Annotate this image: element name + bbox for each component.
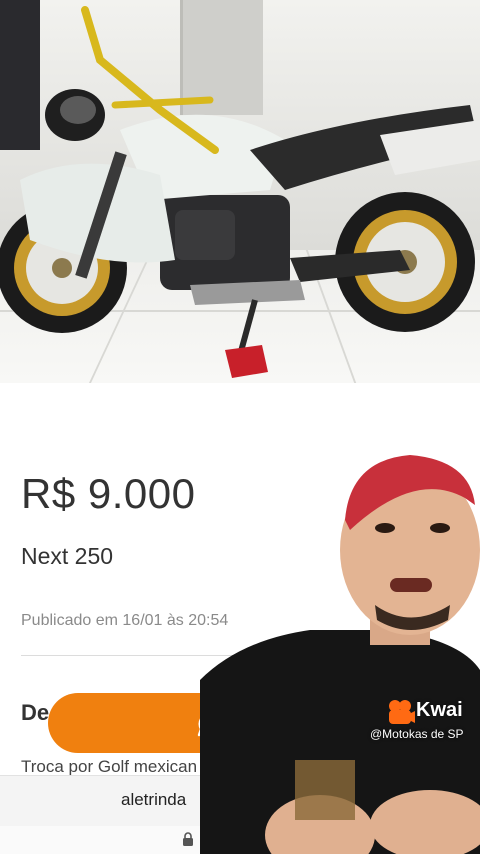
kwai-logo-icon (389, 700, 415, 724)
motorcycle-image (0, 6, 480, 378)
kwai-handle: @Motokas de SP (370, 727, 464, 741)
kwai-brand: Kwai (416, 699, 463, 721)
listing-published-date: Publicado em 16/01 às 20:54 (21, 612, 229, 629)
listing-model: Next 250 (21, 543, 114, 569)
listing-price: R$ 9.000 (21, 470, 196, 517)
url-text[interactable]: aletrinda (121, 790, 186, 810)
listing-photo[interactable] (0, 0, 480, 383)
description-text: Troca por Golf mexican (21, 757, 198, 776)
description-heading: De (21, 700, 50, 725)
lock-icon (183, 832, 193, 846)
presenter-video-overlay (200, 455, 480, 854)
